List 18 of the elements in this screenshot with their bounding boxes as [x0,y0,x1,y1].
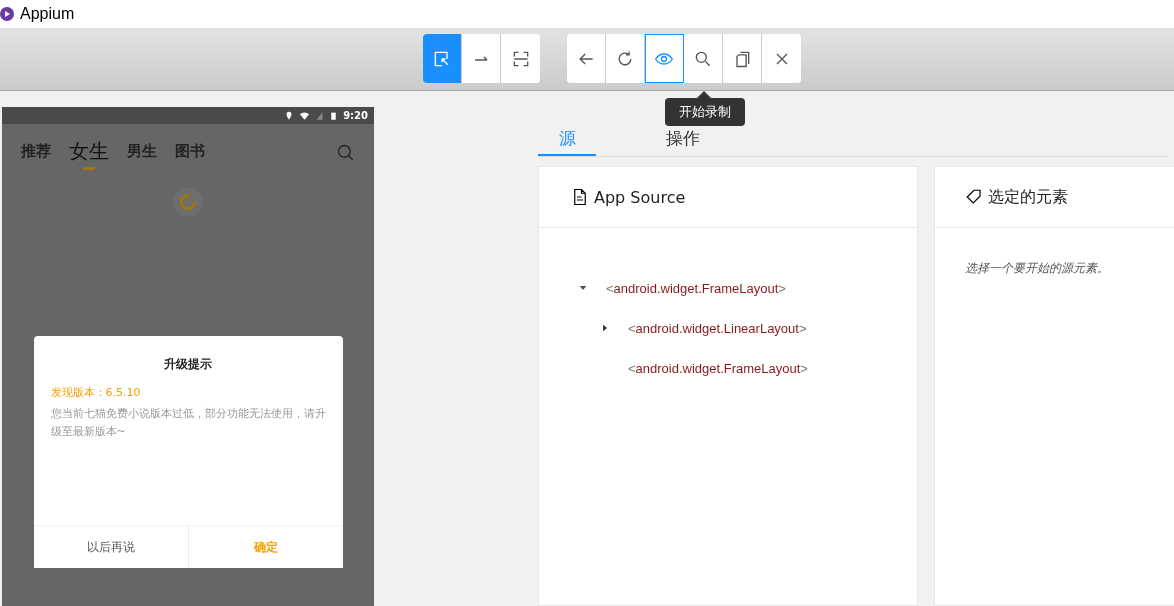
window-title: Appium [20,5,75,23]
inspector-tab[interactable]: 源 [538,129,596,156]
panel-title: App Source [594,187,686,207]
later-button[interactable]: 以后再说 [33,526,189,568]
hint-text: 选择一个要开始的源元素。 [964,260,1110,277]
dialog-message: 您当前七猫免费小说版本过低，部分功能无法使用，请升级至最新版本~ [50,406,326,440]
category-tab[interactable]: 男生 [127,142,157,170]
tree-node[interactable]: <android.widget.LinearLayout> [628,320,807,336]
tree-node[interactable]: <android.widget.FrameLayout> [606,280,786,296]
category-tab[interactable]: 女生 [69,138,109,170]
version-text: 发现版本：6.5.10 [50,385,142,400]
tree-node[interactable]: <android.widget.FrameLayout> [628,360,808,376]
status-time: 9:20 [343,110,368,121]
dialog-title: 升级提示 [163,356,213,373]
panel-title: 选定的元素 [988,186,1068,208]
category-tab[interactable]: 推荐 [21,142,51,170]
category-tab[interactable]: 图书 [175,142,205,170]
inspector-tab[interactable]: 操作 [654,129,712,156]
